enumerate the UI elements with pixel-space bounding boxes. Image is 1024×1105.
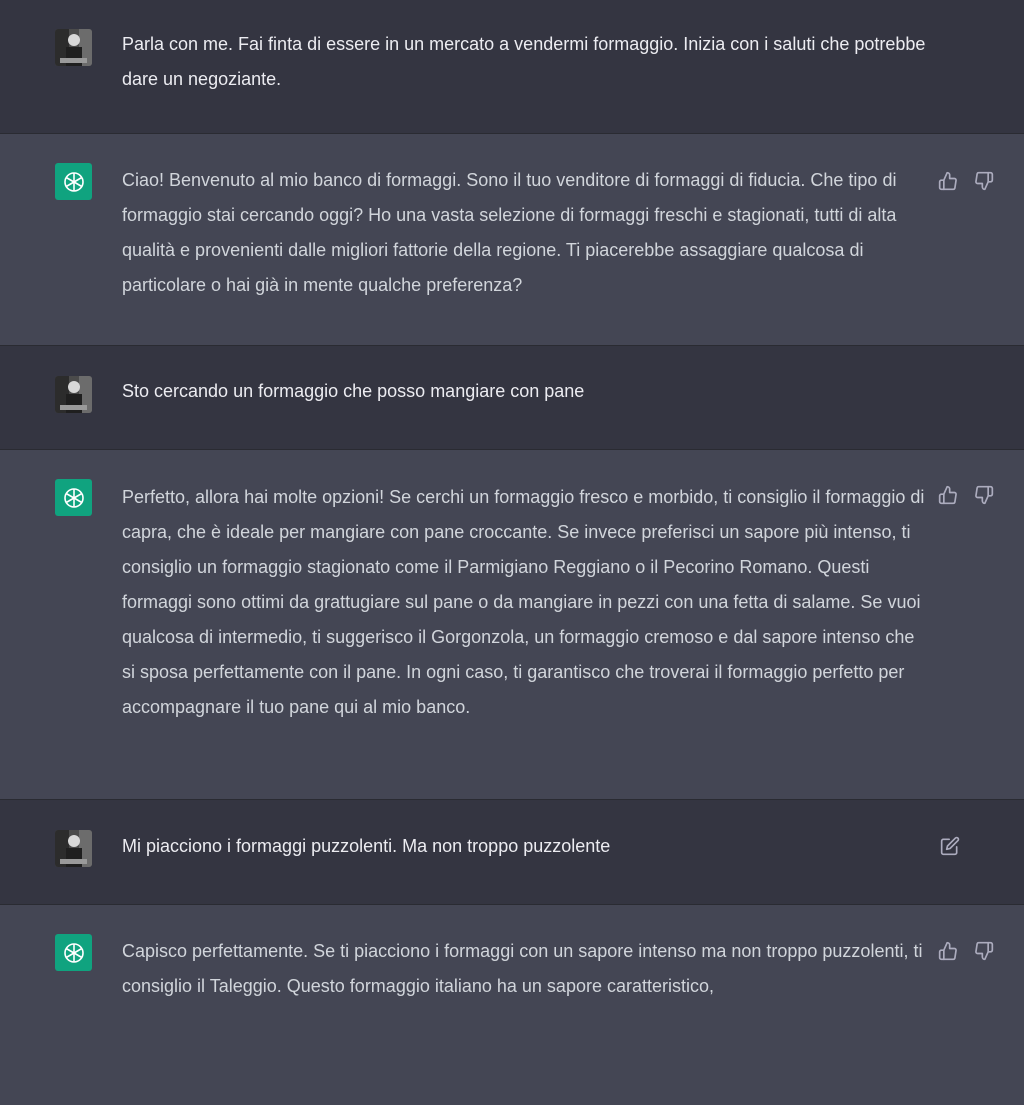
openai-logo-icon xyxy=(63,171,84,192)
feedback-actions xyxy=(938,485,994,505)
message-text: Capisco perfettamente. Se ti piacciono i… xyxy=(122,941,923,996)
message-text: Mi piacciono i formaggi puzzolenti. Ma n… xyxy=(122,836,611,856)
chat-thread: Parla con me. Fai finta di essere in un … xyxy=(0,0,1024,1105)
message-text: Sto cercando un formaggio che posso mang… xyxy=(122,381,585,401)
assistant-avatar xyxy=(55,479,92,516)
message-text: Perfetto, allora hai molte opzioni! Se c… xyxy=(122,487,925,717)
openai-logo-icon xyxy=(63,487,84,508)
thumbs-up-icon[interactable] xyxy=(938,485,958,505)
user-avatar xyxy=(55,29,92,66)
assistant-message: Ciao! Benvenuto al mio banco di formaggi… xyxy=(0,134,1024,346)
message-text: Ciao! Benvenuto al mio banco di formaggi… xyxy=(122,170,897,295)
edit-icon[interactable] xyxy=(940,836,960,856)
user-avatar xyxy=(55,830,92,867)
thumbs-up-icon[interactable] xyxy=(938,171,958,191)
openai-logo-icon xyxy=(63,942,84,963)
user-message: Sto cercando un formaggio che posso mang… xyxy=(0,346,1024,450)
assistant-avatar xyxy=(55,163,92,200)
feedback-actions xyxy=(938,941,994,961)
user-message: Parla con me. Fai finta di essere in un … xyxy=(0,0,1024,134)
user-message: Mi piacciono i formaggi puzzolenti. Ma n… xyxy=(0,800,1024,905)
thumbs-down-icon[interactable] xyxy=(974,171,994,191)
thumbs-up-icon[interactable] xyxy=(938,941,958,961)
thumbs-down-icon[interactable] xyxy=(974,485,994,505)
user-avatar xyxy=(55,376,92,413)
thumbs-down-icon[interactable] xyxy=(974,941,994,961)
assistant-avatar xyxy=(55,934,92,971)
assistant-message: Perfetto, allora hai molte opzioni! Se c… xyxy=(0,450,1024,800)
assistant-message: Capisco perfettamente. Se ti piacciono i… xyxy=(0,905,1024,1105)
feedback-actions xyxy=(938,171,994,191)
message-text: Parla con me. Fai finta di essere in un … xyxy=(122,34,926,89)
